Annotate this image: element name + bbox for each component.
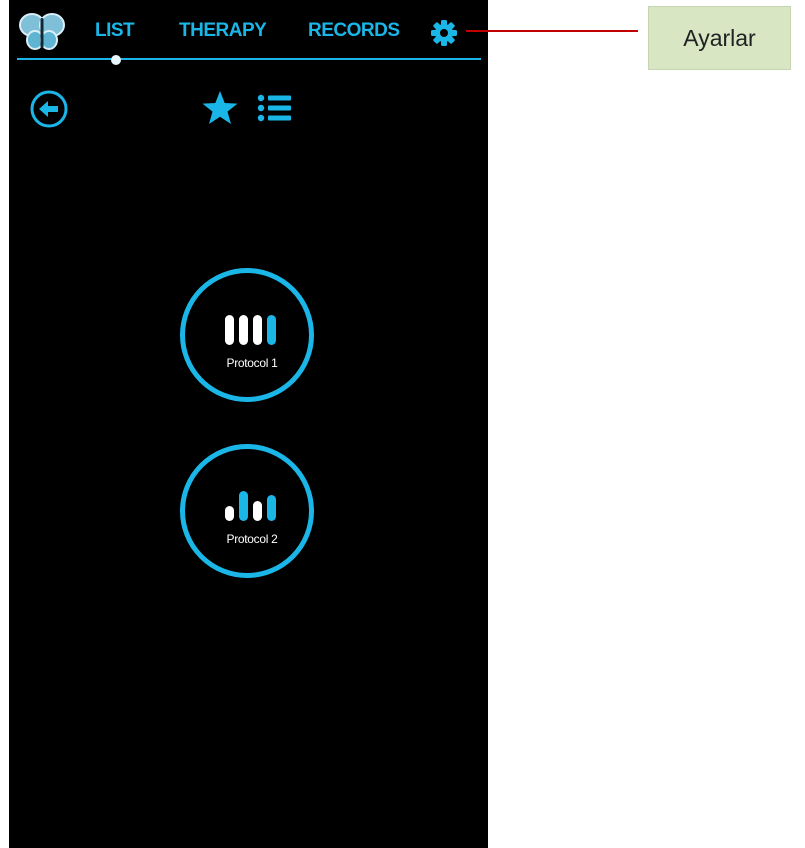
- butterfly-logo-icon: [19, 13, 65, 50]
- list-icon[interactable]: [257, 92, 293, 124]
- tab-therapy[interactable]: THERAPY: [179, 20, 267, 42]
- back-arrow-icon[interactable]: [29, 89, 69, 129]
- protocol-2-label: Protocol 2: [226, 532, 278, 546]
- protocol-2-button[interactable]: Protocol 2: [180, 444, 314, 578]
- top-navigation: LIST THERAPY RECORDS: [9, 0, 488, 65]
- gear-icon[interactable]: [430, 19, 458, 47]
- star-icon[interactable]: [200, 88, 240, 128]
- equal-bars-icon: [225, 315, 276, 345]
- active-tab-indicator: [111, 55, 121, 65]
- varied-bars-icon: [225, 491, 276, 521]
- callout-connector-line: [466, 30, 638, 32]
- protocol-1-label: Protocol 1: [226, 356, 278, 370]
- settings-callout-label: Ayarlar: [648, 6, 791, 70]
- tab-list[interactable]: LIST: [95, 20, 135, 42]
- protocol-1-button[interactable]: Protocol 1: [180, 268, 314, 402]
- nav-underline: [17, 58, 481, 60]
- tab-records[interactable]: RECORDS: [308, 20, 400, 42]
- app-screen: LIST THERAPY RECORDS Protocol 1 Protocol…: [9, 0, 488, 848]
